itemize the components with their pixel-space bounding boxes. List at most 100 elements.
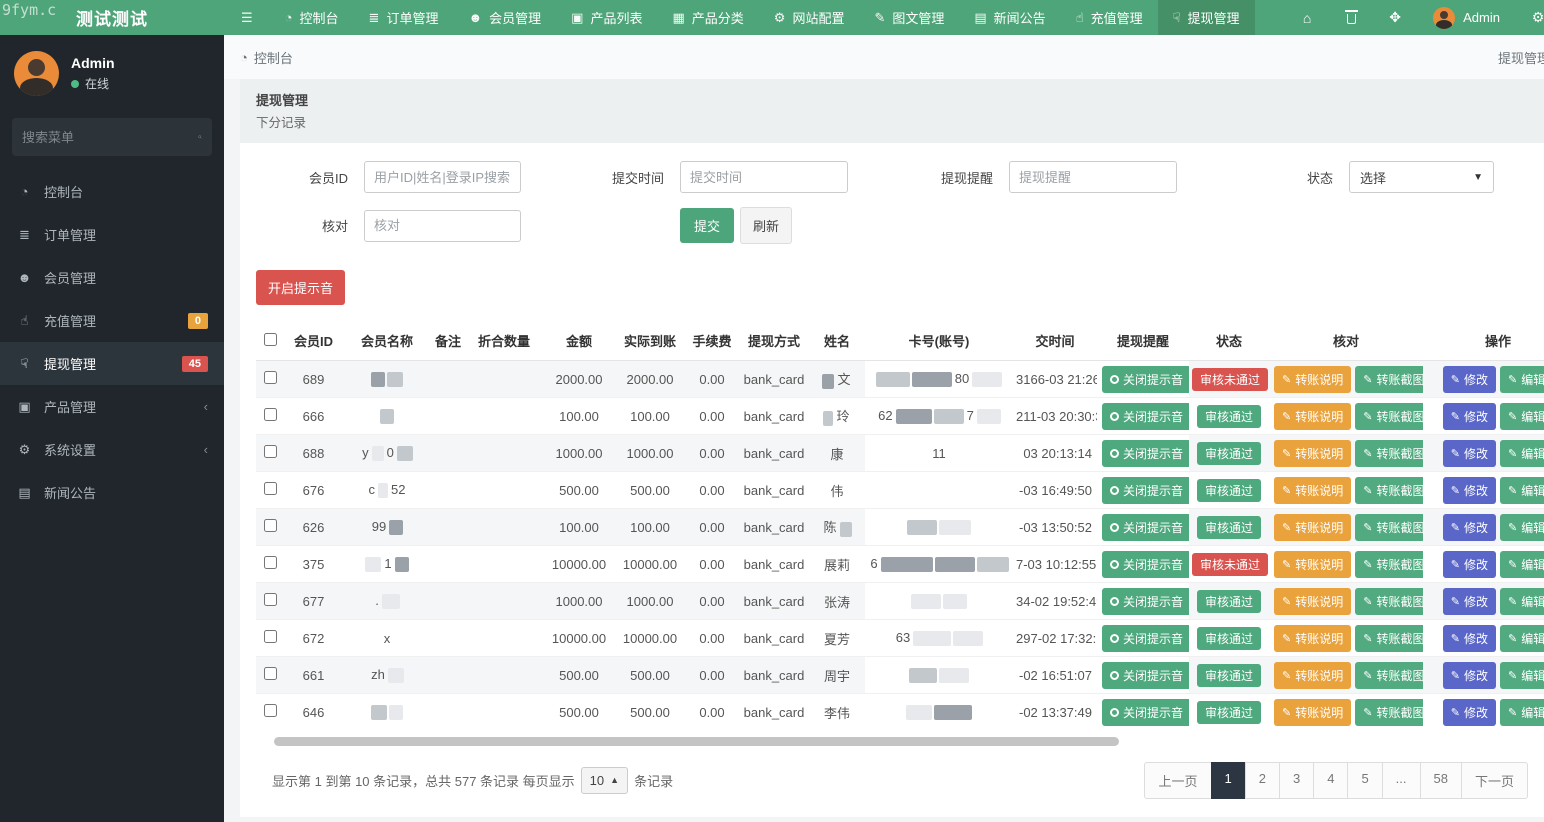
- row-checkbox[interactable]: [264, 667, 277, 680]
- row-checkbox[interactable]: [264, 556, 277, 569]
- top-menu-item-提现管理[interactable]: ☟提现管理: [1158, 0, 1255, 35]
- top-menu-item-控制台[interactable]: ◔控制台: [270, 0, 354, 35]
- prev-page-button[interactable]: 上一页: [1144, 762, 1211, 799]
- next-page-button[interactable]: 下一页: [1461, 762, 1528, 799]
- close-sound-button[interactable]: 关闭提示音: [1102, 588, 1189, 615]
- close-sound-button[interactable]: 关闭提示音: [1102, 662, 1189, 689]
- transfer-screenshot-button[interactable]: ✎转账截图: [1355, 514, 1423, 541]
- transfer-note-button[interactable]: ✎转账说明: [1274, 403, 1351, 430]
- horizontal-scrollbar[interactable]: [274, 737, 1119, 746]
- page-button-5[interactable]: 5: [1347, 762, 1382, 799]
- close-sound-button[interactable]: 关闭提示音: [1102, 625, 1189, 652]
- modify-button[interactable]: ✎修改: [1443, 625, 1496, 652]
- modify-button[interactable]: ✎修改: [1443, 440, 1496, 467]
- settings-button[interactable]: ⚙: [1518, 0, 1544, 35]
- top-menu-item-产品分类[interactable]: ▦产品分类: [657, 0, 758, 35]
- top-menu-item-网站配置[interactable]: ⚙网站配置: [759, 0, 860, 35]
- close-sound-button[interactable]: 关闭提示音: [1102, 699, 1189, 726]
- close-sound-button[interactable]: 关闭提示音: [1102, 477, 1189, 504]
- edit-button[interactable]: ✎编辑: [1500, 662, 1544, 689]
- top-menu-item-产品列表[interactable]: ▣产品列表: [556, 0, 657, 35]
- submit-button[interactable]: 提交: [680, 208, 734, 243]
- row-checkbox[interactable]: [264, 408, 277, 421]
- transfer-note-button[interactable]: ✎转账说明: [1274, 625, 1351, 652]
- modify-button[interactable]: ✎修改: [1443, 366, 1496, 393]
- edit-button[interactable]: ✎编辑: [1500, 514, 1544, 541]
- sidebar-item-控制台[interactable]: ◔控制台: [0, 170, 224, 213]
- breadcrumb-left[interactable]: 控制台: [254, 48, 293, 67]
- sidebar-toggle-button[interactable]: ☰: [224, 0, 270, 35]
- transfer-screenshot-button[interactable]: ✎转账截图: [1355, 366, 1423, 393]
- edit-button[interactable]: ✎编辑: [1500, 551, 1544, 578]
- page-button-3[interactable]: 3: [1279, 762, 1314, 799]
- transfer-note-button[interactable]: ✎转账说明: [1274, 551, 1351, 578]
- edit-button[interactable]: ✎编辑: [1500, 625, 1544, 652]
- transfer-note-button[interactable]: ✎转账说明: [1274, 699, 1351, 726]
- submit-time-input[interactable]: [680, 161, 848, 193]
- modify-button[interactable]: ✎修改: [1443, 662, 1496, 689]
- top-menu-item-图文管理[interactable]: ✎图文管理: [859, 0, 959, 35]
- row-checkbox[interactable]: [264, 519, 277, 532]
- status-select[interactable]: 选择 ▼: [1349, 161, 1494, 193]
- sidebar-item-新闻公告[interactable]: ▤新闻公告: [0, 471, 224, 514]
- refresh-button[interactable]: 刷新: [740, 207, 792, 244]
- top-menu-item-充值管理[interactable]: ☝充值管理: [1061, 0, 1158, 35]
- modify-button[interactable]: ✎修改: [1443, 699, 1496, 726]
- close-sound-button[interactable]: 关闭提示音: [1102, 514, 1189, 541]
- transfer-screenshot-button[interactable]: ✎转账截图: [1355, 551, 1423, 578]
- transfer-screenshot-button[interactable]: ✎转账截图: [1355, 588, 1423, 615]
- sidebar-item-订单管理[interactable]: ≣订单管理: [0, 213, 224, 256]
- transfer-note-button[interactable]: ✎转账说明: [1274, 440, 1351, 467]
- modify-button[interactable]: ✎修改: [1443, 588, 1496, 615]
- sidebar-item-提现管理[interactable]: ☟提现管理45: [0, 342, 224, 385]
- page-ellipsis[interactable]: ...: [1382, 762, 1421, 799]
- transfer-screenshot-button[interactable]: ✎转账截图: [1355, 699, 1423, 726]
- page-button-2[interactable]: 2: [1245, 762, 1280, 799]
- select-all-checkbox[interactable]: [264, 333, 277, 346]
- top-menu-item-新闻公告[interactable]: ▤新闻公告: [959, 0, 1060, 35]
- transfer-note-button[interactable]: ✎转账说明: [1274, 588, 1351, 615]
- row-checkbox[interactable]: [264, 630, 277, 643]
- row-checkbox[interactable]: [264, 371, 277, 384]
- transfer-note-button[interactable]: ✎转账说明: [1274, 662, 1351, 689]
- edit-button[interactable]: ✎编辑: [1500, 699, 1544, 726]
- edit-button[interactable]: ✎编辑: [1500, 440, 1544, 467]
- transfer-screenshot-button[interactable]: ✎转账截图: [1355, 440, 1423, 467]
- edit-button[interactable]: ✎编辑: [1500, 366, 1544, 393]
- page-button-4[interactable]: 4: [1313, 762, 1348, 799]
- close-sound-button[interactable]: 关闭提示音: [1102, 551, 1189, 578]
- sidebar-item-会员管理[interactable]: ☻会员管理: [0, 256, 224, 299]
- row-checkbox[interactable]: [264, 704, 277, 717]
- modify-button[interactable]: ✎修改: [1443, 403, 1496, 430]
- check-input[interactable]: [364, 210, 521, 242]
- modify-button[interactable]: ✎修改: [1443, 477, 1496, 504]
- top-menu-item-会员管理[interactable]: ☻会员管理: [453, 0, 556, 35]
- row-checkbox[interactable]: [264, 482, 277, 495]
- transfer-note-button[interactable]: ✎转账说明: [1274, 514, 1351, 541]
- transfer-note-button[interactable]: ✎转账说明: [1274, 366, 1351, 393]
- topbar-user-menu[interactable]: Admin: [1419, 7, 1514, 29]
- close-sound-button[interactable]: 关闭提示音: [1102, 440, 1189, 467]
- transfer-note-button[interactable]: ✎转账说明: [1274, 477, 1351, 504]
- page-size-select[interactable]: 10 ▲: [581, 767, 628, 794]
- sidebar-item-充值管理[interactable]: ☝充值管理0: [0, 299, 224, 342]
- edit-button[interactable]: ✎编辑: [1500, 477, 1544, 504]
- transfer-screenshot-button[interactable]: ✎转账截图: [1355, 477, 1423, 504]
- page-button-1[interactable]: 1: [1211, 762, 1246, 799]
- modify-button[interactable]: ✎修改: [1443, 514, 1496, 541]
- member-id-input[interactable]: [364, 161, 521, 193]
- sidebar-item-系统设置[interactable]: ⚙系统设置‹: [0, 428, 224, 471]
- row-checkbox[interactable]: [264, 593, 277, 606]
- transfer-screenshot-button[interactable]: ✎转账截图: [1355, 625, 1423, 652]
- close-sound-button[interactable]: 关闭提示音: [1102, 366, 1189, 393]
- home-button[interactable]: ⌂: [1287, 0, 1327, 35]
- page-button-58[interactable]: 58: [1420, 762, 1462, 799]
- transfer-screenshot-button[interactable]: ✎转账截图: [1355, 662, 1423, 689]
- remind-input[interactable]: [1009, 161, 1177, 193]
- modify-button[interactable]: ✎修改: [1443, 551, 1496, 578]
- close-sound-button[interactable]: 关闭提示音: [1102, 403, 1189, 430]
- clear-cache-button[interactable]: [1331, 0, 1371, 35]
- edit-button[interactable]: ✎编辑: [1500, 403, 1544, 430]
- sidebar-search-input[interactable]: [22, 130, 198, 145]
- edit-button[interactable]: ✎编辑: [1500, 588, 1544, 615]
